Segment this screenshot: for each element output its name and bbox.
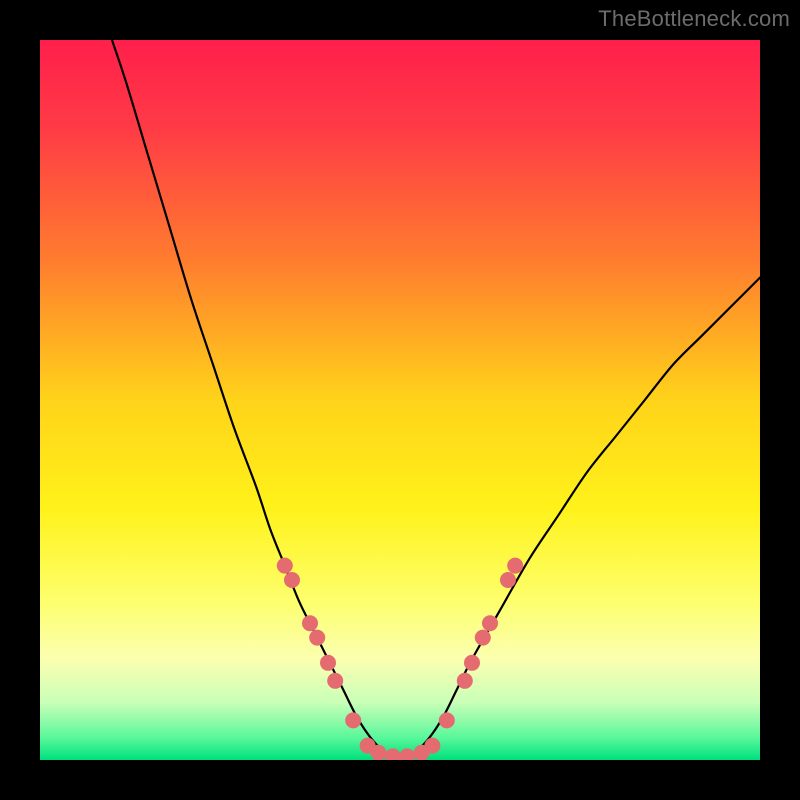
chart-stage: TheBottleneck.com xyxy=(0,0,800,800)
plot-area xyxy=(40,40,760,760)
watermark-text: TheBottleneck.com xyxy=(598,6,790,32)
background-gradient xyxy=(40,40,760,760)
